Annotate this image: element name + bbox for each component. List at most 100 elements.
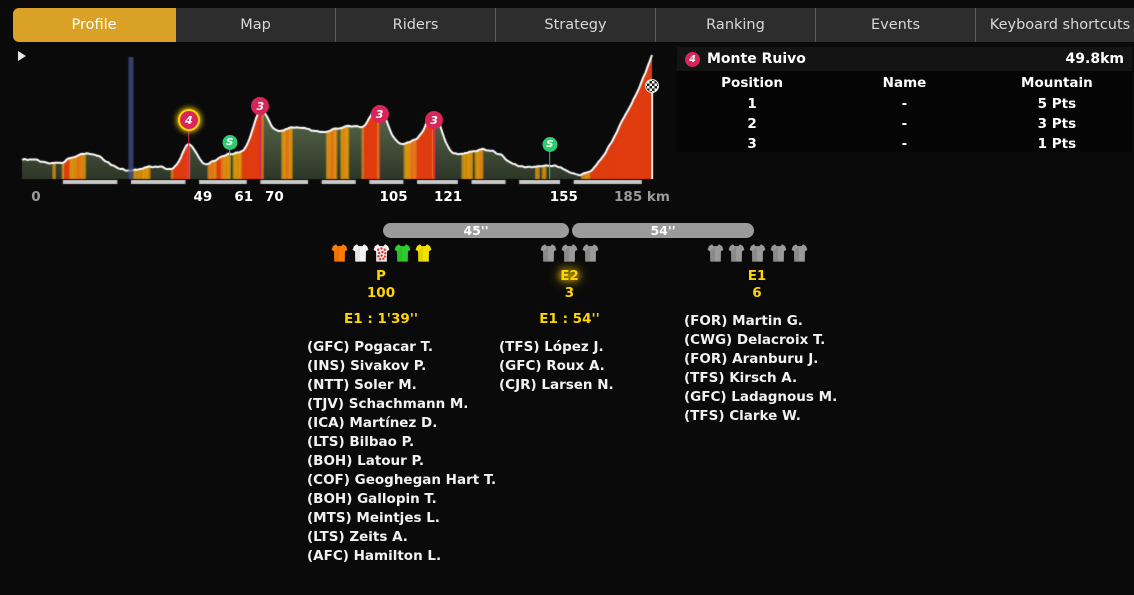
axis-tick-label: 0	[31, 189, 41, 205]
elevation-profile-canvas[interactable]	[14, 47, 672, 187]
column-header-name: Name	[882, 75, 927, 91]
race-group-p[interactable]: P 100 E1 : 1'39'' (GFC) Pogacar T. (INS) Siv…	[305, 240, 496, 566]
group-jersey-row	[305, 240, 457, 266]
grey-jersey-icon	[791, 243, 808, 263]
group-rider-count: 100	[366, 285, 396, 301]
cell-position: 2	[747, 116, 757, 132]
climb-distance: 49.8km	[1065, 51, 1124, 67]
stage-profile-chart[interactable]: 4S333S 0 49 61 70 105 121 155 185 km	[14, 47, 672, 232]
axis-tick-label: 185 km	[614, 189, 670, 205]
white-jersey-icon	[352, 243, 369, 263]
grey-jersey-icon	[707, 243, 724, 263]
race-group-e2[interactable]: E2 3 E1 : 54'' (TFS) López J. (GFC) Roux A.(…	[497, 240, 642, 395]
tab-keyboard-shortcuts[interactable]: Keyboard shortcuts	[976, 8, 1134, 42]
yellow-jersey-icon	[415, 243, 432, 263]
table-header-row: Position Name Mountain	[677, 73, 1132, 94]
list-item[interactable]: (GFC) Pogacar T.	[307, 338, 457, 357]
list-item[interactable]: (LTS) Bilbao P.	[307, 433, 457, 452]
climb-points-body: 1 - 5 Pts 2 - 3 Pts 3 - 1 Pts	[677, 94, 1132, 154]
group-gap-bar: 54''	[572, 223, 754, 238]
climb-info-panel: 4 Monte Ruivo 49.8km Position Name Mount…	[677, 47, 1132, 152]
grey-jersey-icon	[749, 243, 766, 263]
list-item[interactable]: (COF) Geoghegan Hart T.	[307, 471, 496, 490]
cell-name: -	[901, 116, 908, 132]
list-item[interactable]: (ICA) Martínez D.	[307, 414, 457, 433]
axis-tick-label: 105	[379, 189, 408, 205]
group-label-text: P	[376, 268, 386, 284]
list-item[interactable]: (NTT) Soler M.	[307, 376, 457, 395]
group-label-text: E2	[554, 268, 585, 284]
list-item[interactable]: (MTS) Meintjes L.	[307, 509, 457, 528]
axis-tick-label: 121	[433, 189, 463, 205]
list-item[interactable]: (FOR) Aranburu J.	[684, 350, 832, 369]
tab-strategy[interactable]: Strategy	[496, 8, 656, 42]
grey-jersey-icon	[561, 243, 578, 263]
list-item[interactable]: (GFC) Ladagnous M.	[684, 388, 837, 407]
list-item[interactable]: (AFC) Hamilton L.	[307, 547, 457, 566]
cell-points: 5 Pts	[1037, 96, 1077, 112]
green-jersey-icon	[394, 243, 411, 263]
cell-name: -	[901, 96, 908, 112]
group-label[interactable]: E1	[682, 268, 832, 285]
group-rider-count: 6	[752, 285, 762, 301]
grey-jersey-icon	[582, 243, 599, 263]
tab-riders[interactable]: Riders	[336, 8, 496, 42]
list-item[interactable]: (TJV) Schachmann M.	[307, 395, 468, 414]
axis-tick-label: 61	[234, 189, 254, 205]
list-item[interactable]: (CJR) Larsen N.	[499, 376, 642, 395]
cell-name: -	[901, 136, 908, 152]
climb-category-badge: 4	[685, 51, 700, 67]
climb-points-table: Position Name Mountain 1-5 Pts 2-3 Pts 3-1…	[677, 73, 1132, 154]
grey-jersey-icon	[728, 243, 745, 263]
cell-position: 3	[747, 136, 757, 152]
list-item[interactable]: (BOH) Latour P.	[307, 452, 457, 471]
axis-tick-label: 155	[549, 189, 578, 205]
axis-tick-label: 49	[193, 189, 213, 205]
table-row: 3 - 1 Pts	[677, 134, 1132, 154]
group-label-text: E1	[747, 268, 767, 284]
list-item[interactable]: (TFS) Kirsch A.	[684, 369, 832, 388]
cell-points: 3 Pts	[1037, 116, 1077, 132]
group-label[interactable]: E2	[497, 268, 642, 285]
group-rider-count: 3	[564, 285, 575, 301]
group-gap-bar: 45''	[383, 223, 569, 238]
race-group-e1[interactable]: E1 6 (FOR) Martin G. (CWG) Delacroix T. (FOR…	[682, 240, 837, 426]
list-item[interactable]: (BOH) Gallopin T.	[307, 490, 457, 509]
list-item[interactable]: (CWG) Delacroix T.	[684, 331, 832, 350]
group-jersey-row	[682, 240, 832, 266]
race-groups-section: 45'' 54'' P 100 E1 : 1'39'' (GFC) Pogacar T.…	[0, 220, 1134, 570]
list-item[interactable]: (FOR) Martin G.	[684, 312, 832, 331]
list-item[interactable]: (LTS) Zeits A.	[307, 528, 457, 547]
tab-profile[interactable]: Profile	[13, 8, 176, 42]
main-tabbar: Profile Map Riders Strategy Ranking Events Key…	[0, 0, 1134, 42]
group-label[interactable]: P	[305, 268, 457, 285]
play-triangle-icon	[18, 51, 26, 61]
list-item[interactable]: (INS) Sivakov P.	[307, 357, 457, 376]
polka-jersey-icon	[373, 243, 390, 263]
list-item[interactable]: (GFC) Roux A.	[499, 357, 642, 376]
table-row: 2 - 3 Pts	[677, 114, 1132, 134]
group-gap-note: E1 : 54''	[539, 311, 600, 327]
column-header-mountain: Mountain	[1021, 75, 1093, 91]
stage-area: 4S333S 0 49 61 70 105 121 155 185 km 4 Monte Ru…	[0, 42, 1134, 595]
list-item[interactable]: (TFS) Clarke W.	[684, 407, 832, 426]
list-item[interactable]: (TFS) López J.	[499, 338, 642, 357]
tab-map[interactable]: Map	[176, 8, 336, 42]
tab-ranking[interactable]: Ranking	[656, 8, 816, 42]
profile-x-axis: 0 49 61 70 105 121 155 185 km	[14, 189, 672, 211]
axis-tick-label: 70	[264, 189, 284, 205]
climb-name: Monte Ruivo	[707, 51, 806, 67]
climb-info-header: 4 Monte Ruivo 49.8km	[677, 47, 1132, 71]
group-jersey-row	[497, 240, 642, 266]
group-gap-note: E1 : 1'39''	[344, 311, 418, 327]
group-columns: P 100 E1 : 1'39'' (GFC) Pogacar T. (INS) Siv…	[0, 240, 1134, 570]
column-header-position: Position	[721, 75, 783, 91]
table-row: 1 - 5 Pts	[677, 94, 1132, 114]
tab-events[interactable]: Events	[816, 8, 976, 42]
grey-jersey-icon	[540, 243, 557, 263]
group-rider-list: (TFS) López J. (GFC) Roux A. (CJR) Larsen …	[497, 338, 642, 395]
cell-points: 1 Pts	[1037, 136, 1077, 152]
grey-jersey-icon	[770, 243, 787, 263]
cell-position: 1	[747, 96, 757, 112]
orange-jersey-icon	[331, 243, 348, 263]
